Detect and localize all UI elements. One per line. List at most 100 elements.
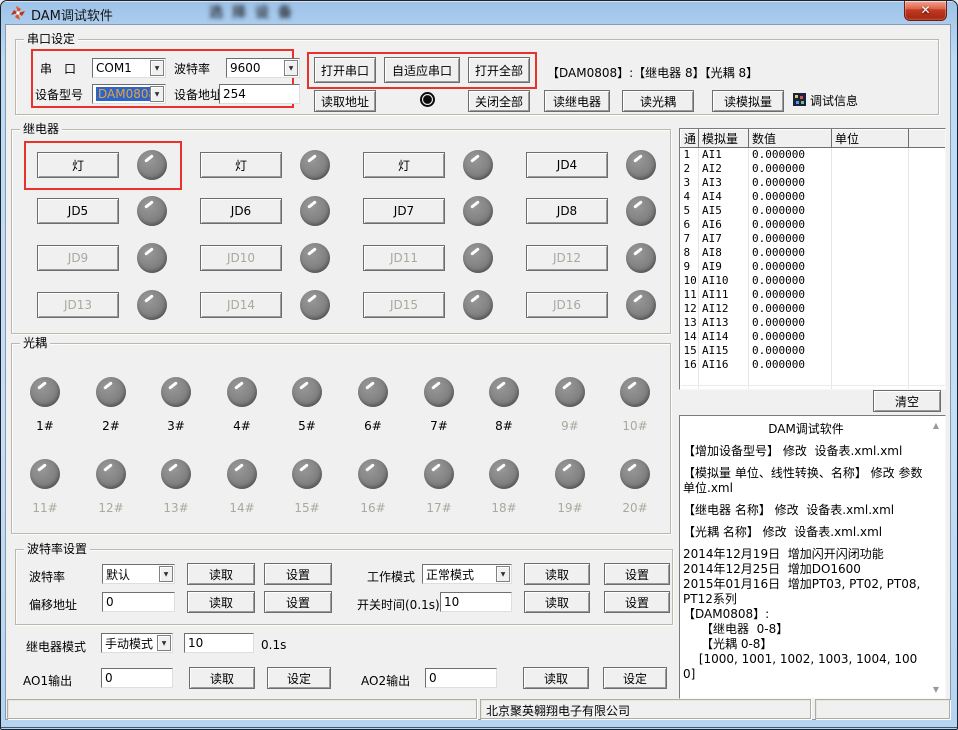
analog-table-body: 1AI10.0000002AI20.0000003AI30.0000004AI4… — [681, 148, 946, 391]
auto-serial-button[interactable]: 自适应串口 — [384, 57, 460, 83]
table-cell: AI5 — [699, 204, 749, 218]
app-logo-icon — [10, 5, 26, 21]
table-row[interactable]: 9AI90.000000 — [681, 260, 946, 274]
read-address-button[interactable]: 读取地址 — [314, 90, 376, 112]
analog-table-header[interactable]: 数值 — [749, 130, 832, 148]
workmode-label: 工作模式 — [367, 568, 415, 585]
table-cell: 10 — [681, 274, 699, 288]
offset-label: 偏移地址 — [29, 596, 77, 613]
table-row[interactable]: 1AI10.000000 — [681, 148, 946, 162]
port-label: 串 口 — [40, 60, 76, 77]
table-row[interactable]: 15AI150.000000 — [681, 344, 946, 358]
baudset-combo-dropdown-icon[interactable]: ▼ — [159, 566, 173, 582]
switchtime-read-button[interactable]: 读取 — [524, 591, 590, 613]
analog-table-header[interactable]: 通 — [681, 130, 699, 148]
table-row[interactable]: 6AI60.000000 — [681, 218, 946, 232]
ao2-set-button[interactable]: 设定 — [603, 667, 667, 689]
analog-table-header[interactable] — [909, 130, 946, 148]
table-cell: 0.000000 — [749, 162, 832, 176]
table-row[interactable]: 11AI110.000000 — [681, 288, 946, 302]
ao1-read-button[interactable]: 读取 — [189, 667, 255, 689]
opto-group-title: 光耦 — [20, 336, 50, 350]
baudset-combo[interactable]: 默认 ▼ — [102, 564, 175, 584]
close-button[interactable]: ✕ — [904, 1, 947, 21]
baud-combo-dropdown-icon[interactable]: ▼ — [284, 60, 298, 76]
relay-button-3[interactable]: 灯 — [363, 152, 445, 178]
offset-input[interactable] — [102, 592, 175, 612]
relaymode-time-input[interactable] — [184, 633, 254, 653]
close-all-button[interactable]: 关闭全部 — [468, 90, 530, 112]
offset-set-button[interactable]: 设置 — [264, 591, 332, 613]
port-combo-dropdown-icon[interactable]: ▼ — [150, 60, 164, 76]
log-line: DAM调试软件 — [683, 422, 929, 437]
relaymode-combo[interactable]: 手动模式 ▼ — [101, 633, 173, 653]
open-serial-button[interactable]: 打开串口 — [314, 57, 376, 83]
ao2-read-button[interactable]: 读取 — [523, 667, 589, 689]
ao1-set-button[interactable]: 设定 — [267, 667, 331, 689]
relay-button-15: JD15 — [363, 292, 445, 318]
log-scroll-down-icon[interactable]: ▼ — [930, 685, 942, 695]
table-row[interactable]: 14AI140.000000 — [681, 330, 946, 344]
table-row[interactable]: 12AI120.000000 — [681, 302, 946, 316]
model-combo[interactable]: DAM0808 ▼ — [92, 84, 166, 104]
workmode-set-button[interactable]: 设置 — [604, 563, 670, 585]
offset-read-button[interactable]: 读取 — [187, 591, 255, 613]
relay-button-7[interactable]: JD7 — [363, 198, 445, 224]
table-cell: 12 — [681, 302, 699, 316]
relay-group: 继电器 灯灯灯JD4JD5JD6JD7JD8JD9JD10JD11JD12JD1… — [11, 129, 671, 334]
relay-button-8[interactable]: JD8 — [526, 198, 608, 224]
opto-lamp-13 — [161, 459, 191, 489]
relaymode-combo-dropdown-icon[interactable]: ▼ — [157, 635, 171, 651]
relay-button-1[interactable]: 灯 — [37, 152, 119, 178]
table-row[interactable]: 13AI130.000000 — [681, 316, 946, 330]
baud-settings-group-title: 波特率设置 — [24, 542, 90, 556]
relay-button-4[interactable]: JD4 — [526, 152, 608, 178]
relay-button-6[interactable]: JD6 — [200, 198, 282, 224]
table-row[interactable]: 7AI70.000000 — [681, 232, 946, 246]
analog-table-header[interactable]: 模拟量 — [699, 130, 749, 148]
table-row[interactable]: 4AI40.000000 — [681, 190, 946, 204]
baud-combo-value: 9600 — [230, 61, 261, 75]
relay-lamp-16 — [626, 290, 656, 320]
log-panel: DAM调试软件【增加设备型号】 修改 设备表.xml.xml【模拟量 单位、线性… — [679, 415, 946, 699]
workmode-read-button[interactable]: 读取 — [524, 563, 590, 585]
baud-set-button[interactable]: 设置 — [264, 563, 332, 585]
relay-lamp-12 — [626, 243, 656, 273]
clear-button[interactable]: 清空 — [873, 390, 941, 412]
table-row[interactable]: 3AI30.000000 — [681, 176, 946, 190]
addr-input[interactable] — [219, 84, 300, 104]
baud-read-button[interactable]: 读取 — [187, 563, 255, 585]
model-combo-dropdown-icon[interactable]: ▼ — [150, 86, 164, 102]
analog-table-header[interactable]: 单位 — [832, 130, 909, 148]
table-row[interactable]: 8AI80.000000 — [681, 246, 946, 260]
baud-combo[interactable]: 9600 ▼ — [226, 58, 300, 78]
table-row[interactable]: 2AI20.000000 — [681, 162, 946, 176]
log-scroll-up-icon[interactable]: ▲ — [930, 421, 942, 431]
table-row[interactable]: 16AI160.000000 — [681, 358, 946, 372]
table-row[interactable]: 10AI100.000000 — [681, 274, 946, 288]
port-combo[interactable]: COM1 ▼ — [92, 58, 166, 78]
table-row[interactable]: 5AI50.000000 — [681, 204, 946, 218]
table-cell: AI11 — [699, 288, 749, 302]
read-relay-button[interactable]: 读继电器 — [544, 90, 610, 112]
table-cell: 0.000000 — [749, 232, 832, 246]
table-cell: AI6 — [699, 218, 749, 232]
log-line: [1000, 1001, 1002, 1003, 1004, 1000] — [683, 652, 929, 682]
ao2-input[interactable] — [425, 668, 497, 688]
close-icon: ✕ — [920, 3, 930, 17]
workmode-combo-dropdown-icon[interactable]: ▼ — [496, 566, 510, 582]
read-analog-button[interactable]: 读模拟量 — [712, 90, 784, 112]
table-cell: AI2 — [699, 162, 749, 176]
relay-button-5[interactable]: JD5 — [37, 198, 119, 224]
switchtime-input[interactable] — [440, 592, 512, 612]
ao1-input[interactable] — [101, 668, 173, 688]
read-opto-button[interactable]: 读光耦 — [622, 90, 694, 112]
opto-label-3: 3# — [146, 419, 206, 433]
open-all-button[interactable]: 打开全部 — [468, 57, 530, 83]
table-cell — [832, 204, 909, 218]
relay-button-14: JD14 — [200, 292, 282, 318]
switchtime-set-button[interactable]: 设置 — [604, 591, 670, 613]
relay-button-2[interactable]: 灯 — [200, 152, 282, 178]
workmode-combo[interactable]: 正常模式 ▼ — [422, 564, 512, 584]
background-window-remnant: 选择设备 — [209, 2, 339, 19]
